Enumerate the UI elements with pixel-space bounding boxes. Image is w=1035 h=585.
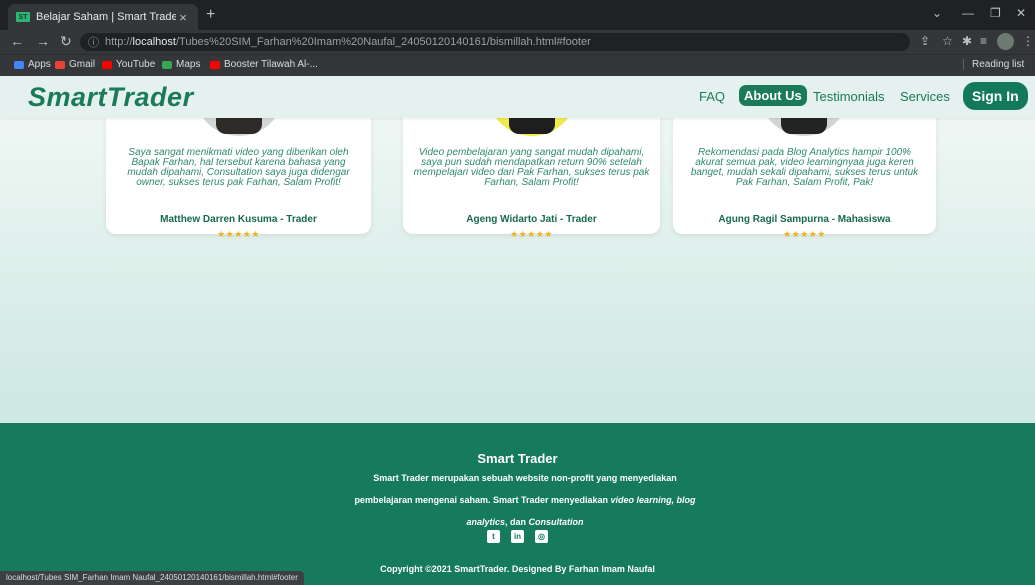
nav-link-faq[interactable]: FAQ [699, 89, 725, 104]
testimonial-text: Rekomendasi pada Blog Analytics hampir 1… [690, 147, 919, 188]
youtube-icon [102, 60, 112, 69]
bookmark-gmail[interactable]: Gmail [55, 59, 95, 70]
linkedin-icon[interactable]: in [511, 530, 524, 543]
testimonial-text: Saya sangat menikmati video yang diberik… [127, 147, 350, 188]
site-navbar: SmartTrader FAQ About Us Testimonials Se… [0, 76, 1035, 118]
star-rating: ★★★★★ [510, 229, 553, 239]
new-tab-button[interactable]: + [206, 6, 215, 24]
apps-icon [14, 60, 24, 69]
star-rating: ★★★★★ [783, 229, 826, 239]
bookmark-youtube[interactable]: YouTube [102, 59, 155, 70]
social-links: t in ◎ [0, 530, 1035, 543]
extensions-icon[interactable]: ✱ [962, 34, 972, 48]
page-viewport: SmartTrader FAQ About Us Testimonials Se… [0, 76, 1035, 585]
forward-icon[interactable]: → [36, 33, 50, 49]
reading-list-button[interactable]: Reading list [963, 59, 1024, 70]
nav-link-testimonials[interactable]: Testimonials [813, 89, 885, 104]
minimize-icon[interactable]: — [962, 6, 974, 20]
maps-icon [162, 60, 172, 69]
gmail-icon [55, 60, 65, 69]
site-info-icon[interactable]: ⓘ [88, 34, 99, 50]
bookmark-maps[interactable]: Maps [162, 59, 200, 70]
site-footer: Smart Trader Smart Trader merupakan sebu… [0, 423, 1035, 585]
address-url: http://localhost/Tubes%20SIM_Farhan%20Im… [105, 36, 591, 48]
profile-avatar[interactable] [997, 33, 1014, 50]
nav-link-services[interactable]: Services [900, 89, 950, 104]
browser-tab[interactable]: ST Belajar Saham | Smart Trader × [8, 4, 198, 30]
twitter-icon[interactable]: t [487, 530, 500, 543]
close-tab-icon[interactable]: × [176, 10, 190, 25]
bookmark-apps[interactable]: Apps [14, 59, 51, 70]
status-bar-url: localhost/Tubes SIM_Farhan Imam Naufal_2… [0, 571, 304, 585]
share-icon[interactable]: ⇪ [920, 34, 930, 48]
address-bar[interactable]: ⓘ http://localhost/Tubes%20SIM_Farhan%20… [80, 33, 910, 51]
site-logo[interactable]: SmartTrader [28, 82, 194, 113]
reading-queue-icon[interactable]: ≡ [980, 34, 987, 48]
browser-tab-strip: ST Belajar Saham | Smart Trader × + ⌄ — … [0, 0, 1035, 30]
instagram-icon[interactable]: ◎ [535, 530, 548, 543]
tab-search-icon[interactable]: ⌄ [932, 6, 942, 20]
back-icon[interactable]: ← [10, 33, 24, 49]
bookmarks-bar: Apps Gmail YouTube Maps Booster Tilawah … [0, 54, 1035, 76]
bookmark-booster-tilawah[interactable]: Booster Tilawah Al-... [210, 59, 318, 70]
sign-in-button[interactable]: Sign In [963, 82, 1028, 110]
star-rating: ★★★★★ [217, 229, 260, 239]
tab-title: Belajar Saham | Smart Trader [36, 11, 176, 23]
testimonial-author: Agung Ragil Sampurna - Mahasiswa [718, 214, 891, 225]
testimonial-author: Matthew Darren Kusuma - Trader [160, 214, 317, 225]
testimonial-author: Ageng Widarto Jati - Trader [466, 214, 597, 225]
browser-toolbar: ← → ↻ ⓘ http://localhost/Tubes%20SIM_Far… [0, 30, 1035, 54]
close-window-icon[interactable]: ✕ [1016, 6, 1026, 20]
footer-title: Smart Trader [477, 451, 558, 466]
nav-link-about-us[interactable]: About Us [739, 85, 807, 106]
bookmark-star-icon[interactable]: ☆ [942, 34, 953, 48]
menu-icon[interactable]: ⋮ [1022, 34, 1034, 48]
testimonial-text: Video pembelajaran yang sangat mudah dip… [413, 147, 650, 188]
site-favicon-icon: ST [16, 12, 30, 22]
reload-icon[interactable]: ↻ [60, 33, 72, 50]
footer-description: Smart Trader merupakan sebuah website no… [354, 473, 696, 527]
maximize-icon[interactable]: ❐ [990, 6, 1001, 20]
youtube-icon [210, 60, 220, 69]
